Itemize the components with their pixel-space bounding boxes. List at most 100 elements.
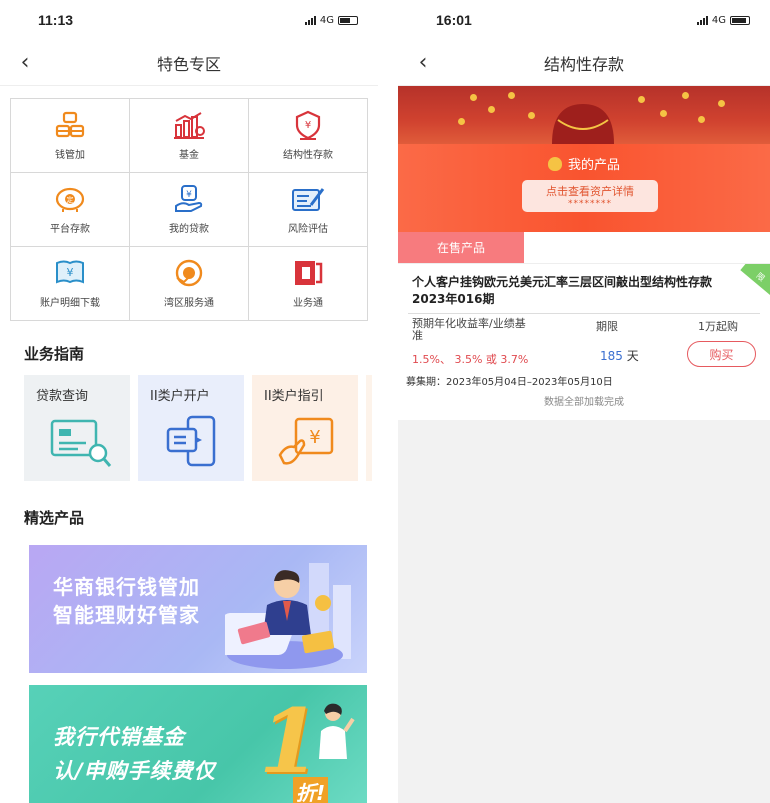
banner-qianguanjia[interactable]: 华商银行钱管加 智能理财好管家: [29, 545, 367, 673]
grid-item-label: 基金: [179, 150, 199, 161]
tab-bar: 在售产品: [398, 232, 770, 263]
svg-text:定: 定: [67, 195, 74, 204]
rate-low: 1.5%、: [412, 353, 451, 366]
grid-item-label: 钱管加: [55, 150, 85, 161]
loan-query-icon: [50, 415, 112, 473]
piggy-bank-icon: 定: [53, 184, 87, 214]
banner-title-line1: 我行代销基金: [53, 725, 185, 749]
guide-card-label: 贷款查询: [36, 389, 89, 404]
status-time: 11:13: [38, 12, 74, 28]
banner-title-line2: 认/申购手续费仅: [53, 759, 216, 783]
grid-item-my-loans[interactable]: ¥ 我的贷款: [130, 173, 249, 247]
svg-text:¥: ¥: [305, 120, 311, 131]
red-envelope-icon: [552, 104, 614, 144]
term-unit: 天: [622, 349, 639, 363]
grid-item-label: 风险评估: [288, 224, 328, 235]
coin-stack-icon: [53, 110, 87, 140]
guide-card-loan-query[interactable]: 贷款查询: [24, 375, 130, 481]
hero-banner: [398, 86, 770, 144]
grid-item-label: 平台存款: [50, 224, 90, 235]
tab-on-sale[interactable]: 在售产品: [398, 232, 524, 263]
product-card[interactable]: 个人客户挂钩欧元兑美元汇率三层区间敲出型结构性存款2023年016期 限 预期年…: [398, 263, 770, 390]
guide-card-label: II类户指引: [264, 389, 324, 404]
fund-chart-icon: [172, 110, 206, 140]
term-header: 期限: [596, 320, 618, 333]
battery-icon: [730, 15, 750, 25]
my-products-title: 我的产品: [398, 154, 770, 173]
back-icon[interactable]: ‹: [14, 50, 36, 75]
buy-button[interactable]: 购买: [687, 341, 756, 367]
my-products-label: 我的产品: [567, 158, 620, 173]
term-days: 185: [600, 349, 623, 363]
network-label: 4G: [319, 14, 334, 26]
grid-item-business-pass[interactable]: 业务通: [249, 247, 368, 321]
right-screen: 16:01 4G ‹ 结构性存款 我的产品 点击查看资产详情 ********: [398, 0, 770, 803]
divider: [408, 313, 760, 314]
feature-grid: 钱管加 基金 ¥ 结构性存款 定 平台存款 ¥ 我的贷款 风险评估 ¥ 账户明细…: [10, 98, 368, 321]
signal-icon: [304, 15, 316, 25]
view-assets-label: 点击查看资产详情: [546, 185, 634, 198]
status-bar: 11:13 4G: [0, 0, 378, 40]
guide-card-account-open[interactable]: II类户开户: [138, 375, 244, 481]
signal-icon: [696, 15, 708, 25]
account-open-icon: [164, 415, 226, 473]
network-label: 4G: [711, 14, 726, 26]
grid-item-fund[interactable]: 基金: [130, 99, 249, 173]
my-products-panel: 我的产品 点击查看资产详情 ********: [398, 144, 770, 232]
grid-item-label: 我的贷款: [169, 224, 209, 235]
back-icon[interactable]: ‹: [412, 50, 434, 75]
load-complete-text: 数据全部加载完成: [398, 390, 770, 420]
left-screen: 11:13 4G ‹ 特色专区 钱管加 基金 ¥ 结构性存款 定 平台存款 ¥ …: [0, 0, 378, 803]
advisor-illustration-icon: [225, 563, 351, 669]
status-icons: 4G: [696, 14, 750, 26]
view-assets-button[interactable]: 点击查看资产详情 ********: [522, 180, 658, 212]
svg-text:¥: ¥: [309, 427, 320, 448]
coin-decoration: [488, 106, 495, 113]
nav-bar: ‹ 结构性存款: [398, 40, 770, 86]
grid-item-label: 湾区服务通: [164, 298, 214, 309]
rate-high: 3.7%: [500, 353, 529, 366]
limited-badge: 限: [740, 264, 770, 296]
section-title-guide: 业务指南: [24, 345, 85, 363]
grid-item-label: 结构性存款: [283, 150, 333, 161]
grid-item-statement-download[interactable]: ¥ 账户明细下载: [11, 247, 130, 321]
coin-decoration: [682, 92, 689, 99]
rate-header: 预期年化收益率/业绩基准: [412, 317, 526, 342]
loan-hand-icon: ¥: [172, 184, 206, 214]
grid-item-label: 业务通: [293, 298, 323, 309]
coin-decoration: [660, 110, 667, 117]
term-value: 185 天: [600, 347, 639, 364]
grid-item-qianguanjia[interactable]: 钱管加: [11, 99, 130, 173]
assessment-form-icon: [291, 184, 325, 214]
status-bar: 16:01 4G: [398, 0, 770, 40]
coin-decoration: [458, 118, 465, 125]
grid-item-platform-deposit[interactable]: 定 平台存款: [11, 173, 130, 247]
grid-item-structured-deposit[interactable]: ¥ 结构性存款: [249, 99, 368, 173]
svg-text:¥: ¥: [186, 190, 192, 200]
guide-card-peek: [366, 375, 372, 481]
grid-item-risk-assessment[interactable]: 风险评估: [249, 173, 368, 247]
status-time: 16:01: [436, 12, 472, 28]
yuan-shield-icon: ¥: [291, 110, 325, 140]
product-name: 个人客户挂钩欧元兑美元汇率三层区间敲出型结构性存款2023年016期: [412, 275, 713, 306]
coin-decoration: [718, 100, 725, 107]
coin-decoration: [470, 94, 477, 101]
guide-row: 贷款查询 II类户开户 II类户指引 ¥: [24, 375, 378, 481]
grid-item-bay-area[interactable]: 湾区服务通: [130, 247, 249, 321]
guide-card-label: II类户开户: [150, 389, 210, 404]
guide-card-account-guide[interactable]: II类户指引 ¥: [252, 375, 358, 481]
statement-download-icon: ¥: [53, 258, 87, 288]
nav-bar: ‹ 特色专区: [0, 40, 378, 86]
bay-area-icon: [172, 258, 206, 288]
rate-mid: 3.5%: [454, 353, 483, 366]
banner-title-line2: 智能理财好管家: [53, 603, 200, 627]
coin-decoration: [698, 116, 705, 123]
page-title: 结构性存款: [543, 54, 624, 74]
banner-title-line1: 华商银行钱管加: [53, 575, 200, 599]
section-title-products: 精选产品: [24, 509, 85, 527]
rate-values: 1.5%、 3.5% 或 3.7%: [412, 351, 528, 367]
coin-decoration: [508, 92, 515, 99]
banner-fund-discount[interactable]: 我行代销基金 认/申购手续费仅 1 折!: [29, 685, 367, 803]
raise-period: 募集期：2023年05月04日–2023年05月10日: [406, 377, 613, 388]
grid-item-label: 账户明细下载: [40, 298, 100, 309]
